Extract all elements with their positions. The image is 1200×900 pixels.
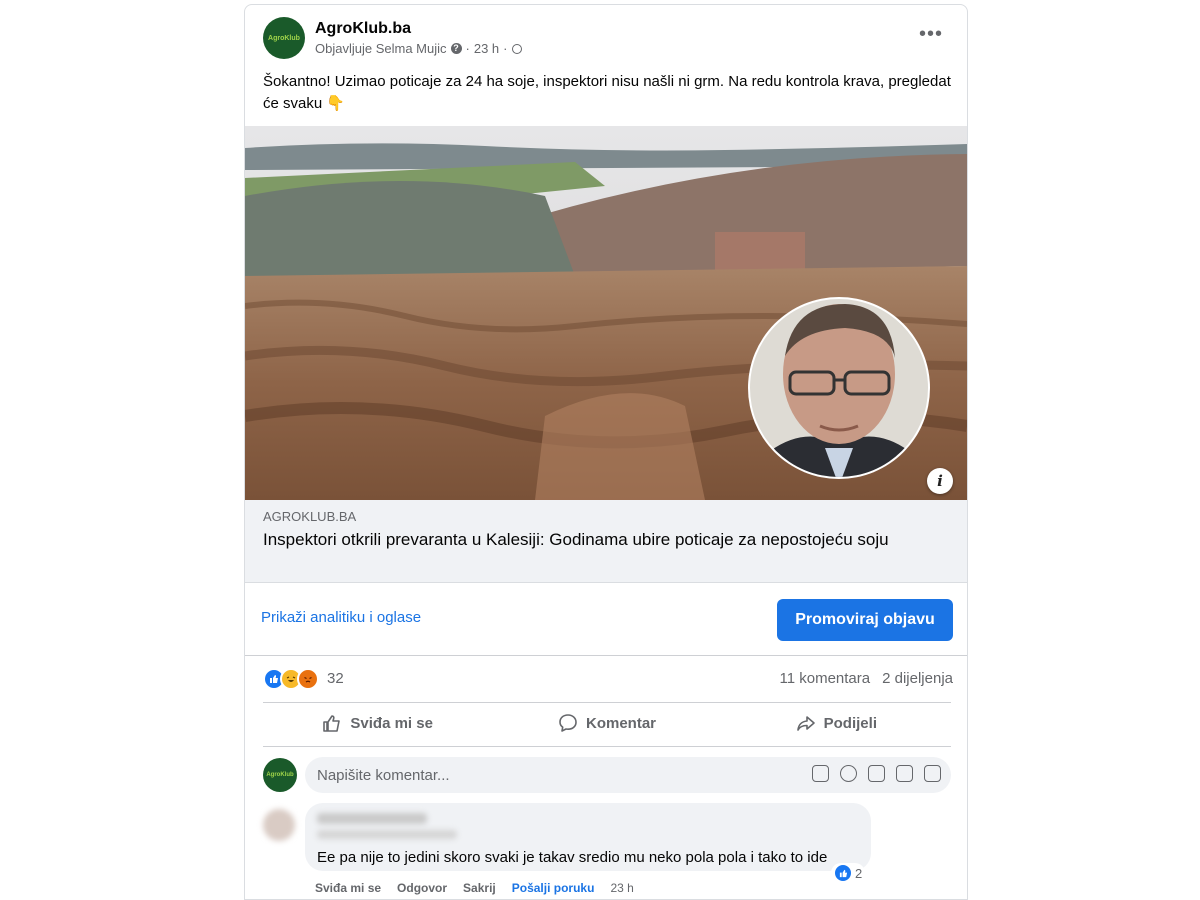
post-card: AgroKlub AgroKlub.ba Objavljuje Selma Mu… (244, 4, 968, 900)
logo-text: AgroKlub (268, 34, 300, 42)
post-header: AgroKlub AgroKlub.ba Objavljuje Selma Mu… (263, 17, 951, 63)
link-title[interactable]: Inspektori otkrili prevaranta u Kalesiji… (263, 528, 943, 551)
emoji-icon[interactable] (840, 765, 857, 782)
sticker-icon[interactable] (924, 765, 941, 782)
composer-icons (812, 765, 941, 782)
comment-item: Ee pa nije to jedini skoro svaki je taka… (263, 803, 953, 899)
comment-reply-button[interactable]: Odgovor (397, 881, 447, 895)
comment-reactions[interactable]: 2 (831, 863, 866, 883)
commenter-subtitle-redacted (317, 830, 457, 839)
like-button[interactable]: Sviđa mi se (263, 703, 492, 743)
info-icon[interactable]: i (927, 468, 953, 494)
more-options-button[interactable]: ••• (919, 24, 943, 44)
comment-button[interactable]: Komentar (492, 703, 721, 743)
commenter-name-redacted (317, 813, 427, 824)
comment-bubble: Ee pa nije to jedini skoro svaki je taka… (305, 803, 871, 871)
reaction-icons[interactable] (263, 668, 319, 690)
insights-link[interactable]: Prikaži analitiku i oglase (261, 609, 421, 626)
separator-dot: · (503, 41, 508, 56)
comment-input[interactable]: Napišite komentar... (305, 757, 951, 793)
share-label: Podijeli (823, 714, 877, 732)
published-by: Objavljuje Selma Mujic (315, 41, 447, 56)
shares-count[interactable]: 2 dijeljenja (882, 670, 953, 687)
globe-icon (511, 43, 522, 54)
comment-label: Komentar (585, 714, 656, 732)
page-name[interactable]: AgroKlub.ba (315, 20, 411, 38)
share-button[interactable]: Podijeli (722, 703, 951, 743)
composer-logo-text: AgroKlub (266, 772, 294, 778)
promo-bar: Prikaži analitiku i oglase Promoviraj ob… (245, 583, 967, 656)
comment-time[interactable]: 23 h (610, 881, 633, 895)
link-preview-image[interactable]: i (245, 126, 967, 500)
like-reaction-icon (834, 864, 852, 882)
reactions-count[interactable]: 32 (327, 670, 344, 687)
comment-icon (559, 714, 577, 732)
comment-hide-button[interactable]: Sakrij (463, 881, 496, 895)
page-avatar[interactable]: AgroKlub (263, 17, 305, 59)
post-actions: Sviđa mi se Komentar Podijeli (263, 703, 951, 743)
field-photo (245, 126, 967, 500)
link-domain: AGROKLUB.BA (263, 509, 357, 524)
comment-text: Ee pa nije to jedini skoro svaki je taka… (317, 849, 828, 866)
divider (263, 746, 951, 747)
boost-post-button[interactable]: Promoviraj objavu (777, 599, 953, 641)
share-arrow-icon (796, 716, 815, 731)
comment-like-button[interactable]: Sviđa mi se (315, 881, 381, 895)
angry-reaction-icon (297, 668, 319, 690)
post-meta: Objavljuje Selma Mujic ? · 23 h · (315, 41, 522, 56)
separator-dot: · (465, 41, 470, 56)
comment-likes-count: 2 (855, 865, 863, 881)
comment-placeholder: Napišite komentar... (317, 767, 450, 784)
commenter-avatar[interactable] (263, 809, 295, 841)
post-time[interactable]: 23 h (474, 41, 499, 56)
comment-actions: Sviđa mi se Odgovor Sakrij Pošalji poruk… (315, 881, 634, 895)
like-label: Sviđa mi se (350, 714, 433, 732)
avatar-sticker-icon[interactable] (812, 765, 829, 782)
camera-icon[interactable] (868, 765, 885, 782)
engagement-counts: 11 komentara 2 dijeljenja (780, 670, 954, 687)
engagement-summary: 32 11 komentara 2 dijeljenja (263, 665, 953, 693)
send-message-button[interactable]: Pošalji poruku (512, 881, 595, 895)
post-text: Šokantno! Uzimao poticaje za 24 ha soje,… (263, 73, 951, 112)
link-preview[interactable]: AGROKLUB.BA Inspektori otkrili prevarant… (245, 500, 967, 583)
thumbs-up-icon (323, 715, 341, 732)
composer-avatar[interactable]: AgroKlub (263, 758, 297, 792)
comments-count[interactable]: 11 komentara (780, 670, 871, 687)
gif-icon[interactable] (896, 765, 913, 782)
question-icon[interactable]: ? (450, 43, 462, 54)
comment-composer: AgroKlub Napišite komentar... (263, 757, 953, 795)
